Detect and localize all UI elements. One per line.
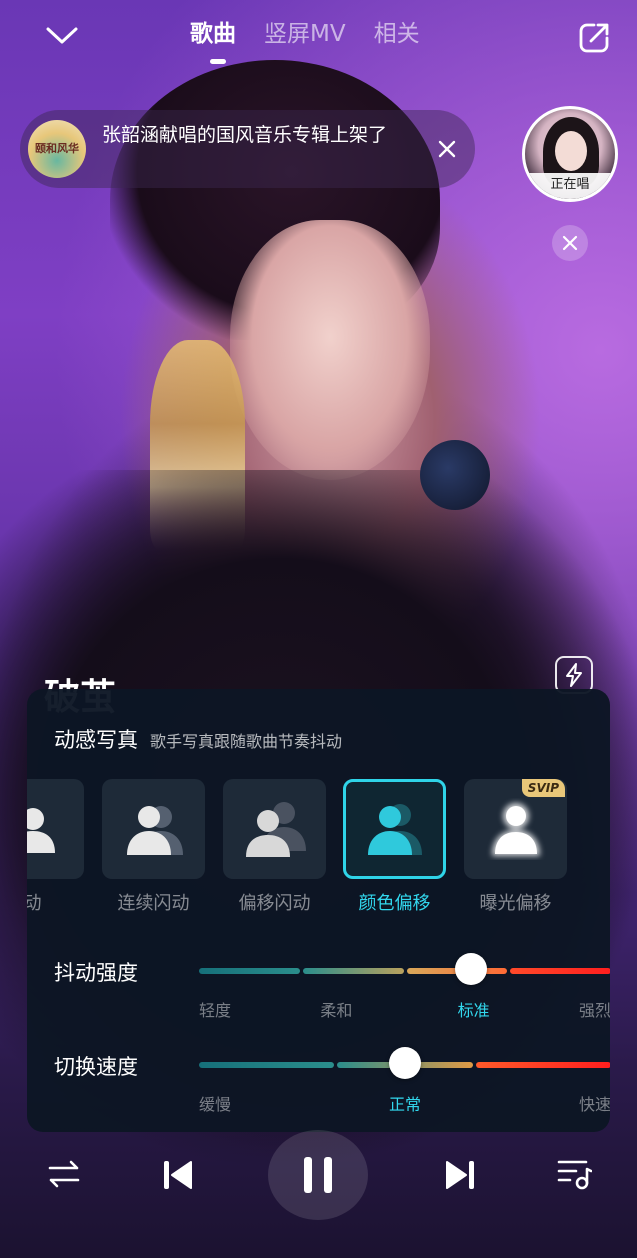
- playback-controls: [0, 1130, 637, 1220]
- previous-button[interactable]: [152, 1150, 202, 1200]
- banner-text: 张韶涵献唱的国风音乐专辑上架了: [102, 124, 388, 146]
- person-glow-icon: [491, 803, 540, 856]
- live-avatar-face: [555, 131, 587, 171]
- live-close-button[interactable]: [552, 225, 588, 261]
- panel-subtitle: 歌手写真跟随歌曲节奏抖动: [150, 732, 343, 751]
- announcement-banner[interactable]: 颐和风华 张韶涵献唱的国风音乐专辑上架了: [20, 110, 475, 188]
- tab-bar: 歌曲 竖屏MV 相关: [190, 14, 420, 48]
- effect-label-continuous-flash: 连续闪动: [117, 893, 190, 914]
- speed-thumb[interactable]: [389, 1047, 421, 1079]
- effect-label-flash: 动: [27, 893, 42, 914]
- person-color-icon: [367, 804, 422, 855]
- tab-vertical-mv[interactable]: 竖屏MV: [264, 14, 346, 48]
- effect-option-exposure-offset[interactable]: SVIP: [464, 779, 567, 879]
- close-icon: [562, 235, 578, 251]
- collapse-button[interactable]: [40, 16, 84, 56]
- speed-option-2[interactable]: 快速: [579, 1091, 610, 1115]
- effect-label-exposure-offset: 曝光偏移: [479, 893, 552, 914]
- intensity-slider-row: 抖动强度 轻度 柔和 标准 强烈: [54, 953, 610, 1020]
- effect-option-color-offset[interactable]: [343, 779, 446, 879]
- panel-title: 动感写真: [54, 728, 138, 752]
- playlist-button[interactable]: [552, 1152, 596, 1196]
- intensity-track[interactable]: [199, 968, 610, 974]
- dynamic-photo-panel: 动感写真 歌手写真跟随歌曲节奏抖动 动 连续闪动 偏移闪动 颜色偏移 SVIP …: [27, 689, 610, 1132]
- person-offset-icon: [245, 802, 306, 857]
- close-icon: [438, 140, 456, 158]
- banner-close-button[interactable]: [430, 132, 464, 166]
- intensity-label: 抖动强度: [54, 961, 138, 985]
- live-label: 正在唱: [525, 173, 615, 199]
- intensity-option-1[interactable]: 柔和: [320, 997, 352, 1021]
- speed-option-1[interactable]: 正常: [389, 1091, 421, 1115]
- person-icon: [27, 808, 55, 853]
- panel-header: 动感写真 歌手写真跟随歌曲节奏抖动: [54, 724, 342, 754]
- intensity-ticks: 轻度 柔和 标准 强烈: [199, 997, 610, 1021]
- speed-option-0[interactable]: 缓慢: [199, 1091, 231, 1115]
- share-icon: [579, 23, 609, 53]
- next-button[interactable]: [436, 1150, 486, 1200]
- effect-option-flash[interactable]: [27, 779, 84, 879]
- svip-badge: SVIP: [521, 779, 565, 797]
- effect-list: 动 连续闪动 偏移闪动 颜色偏移 SVIP 曝光偏移: [27, 779, 610, 919]
- tab-related[interactable]: 相关: [374, 14, 420, 48]
- tab-song[interactable]: 歌曲: [190, 14, 236, 48]
- pause-button[interactable]: [268, 1130, 368, 1220]
- play-mode-button[interactable]: [42, 1152, 86, 1196]
- previous-icon: [164, 1161, 192, 1189]
- effect-option-offset-flash[interactable]: [223, 779, 326, 879]
- flash-icon: [566, 663, 582, 687]
- effect-option-continuous-flash[interactable]: [102, 779, 205, 879]
- effect-label-offset-flash: 偏移闪动: [238, 893, 311, 914]
- background-microphone: [420, 440, 490, 510]
- person-double-icon: [126, 806, 183, 855]
- next-icon: [446, 1161, 474, 1189]
- tab-indicator: [210, 59, 226, 64]
- effect-label-color-offset: 颜色偏移: [358, 893, 431, 914]
- speed-label: 切换速度: [54, 1055, 138, 1079]
- shuffle-icon: [48, 1160, 80, 1188]
- album-cover-text: 颐和风华: [35, 142, 79, 155]
- speed-slider-row: 切换速度 缓慢 正常 快速: [54, 1047, 610, 1114]
- pause-icon: [304, 1157, 332, 1193]
- intensity-option-3[interactable]: 强烈: [579, 997, 610, 1021]
- intensity-option-2[interactable]: 标准: [458, 997, 490, 1021]
- live-singing-avatar[interactable]: 正在唱: [522, 106, 618, 202]
- intensity-thumb[interactable]: [454, 953, 487, 985]
- speed-ticks: 缓慢 正常 快速: [199, 1091, 610, 1115]
- intensity-option-0[interactable]: 轻度: [199, 997, 231, 1021]
- top-bar: 歌曲 竖屏MV 相关: [0, 0, 637, 80]
- background-face: [230, 220, 430, 480]
- album-cover: 颐和风华: [28, 120, 86, 178]
- share-button[interactable]: [572, 16, 616, 60]
- playlist-icon: [557, 1160, 592, 1190]
- chevron-down-icon: [46, 27, 78, 44]
